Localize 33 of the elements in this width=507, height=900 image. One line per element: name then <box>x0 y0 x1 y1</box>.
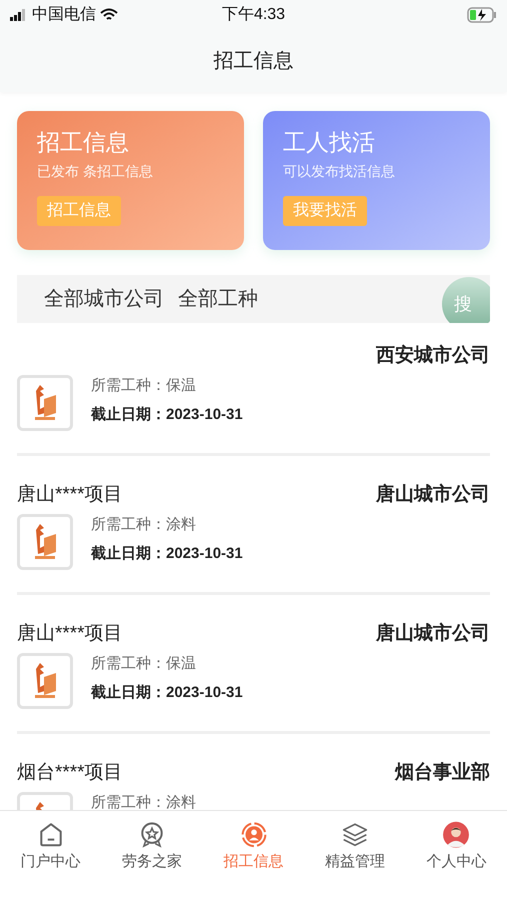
trade-text: 所需工种：保温 <box>91 376 197 396</box>
clock-time: 下午4:33 <box>222 5 286 25</box>
project-title[interactable]: 烟台****项目 <box>17 758 123 788</box>
company-name: 西安城市公司 <box>376 344 490 368</box>
company-logo <box>17 375 73 431</box>
page-title: 招工信息 <box>214 49 294 74</box>
trade-text: 所需工种：涂料 <box>91 515 197 535</box>
card-subtitle: 可以发布找活信息 <box>283 162 395 181</box>
tab-item[interactable]: 个人中心 <box>406 821 507 873</box>
trade-text: 所需工种：涂料 <box>91 793 196 810</box>
battery-charging-icon <box>467 7 498 23</box>
card-title: 招工信息 <box>37 128 129 157</box>
deadline-text: 截止日期：2023-10-31 <box>91 682 243 702</box>
card-subtitle: 已发布 条招工信息 <box>37 162 153 181</box>
carrier-name: 中国电信 <box>32 4 96 25</box>
tab-item[interactable]: 劳务之家 <box>101 821 203 873</box>
project-title[interactable]: 唐山****项目 <box>17 480 123 510</box>
company-logo <box>17 514 73 570</box>
city-filter[interactable]: 全部城市公司 <box>44 284 164 314</box>
company-name: 烟台事业部 <box>395 760 490 785</box>
trade-filter[interactable]: 全部工种 <box>178 284 258 314</box>
project-title[interactable]: 唐山****项目 <box>17 620 123 648</box>
tab-item[interactable]: 门户中心 <box>0 821 102 873</box>
company-name: 唐山城市公司 <box>376 622 490 646</box>
company-logo <box>17 653 73 709</box>
card-title: 工人找活 <box>283 128 375 157</box>
deadline-text: 截止日期：2023-10-31 <box>91 404 243 424</box>
deadline-text: 截止日期：2023-10-31 <box>91 544 243 564</box>
wifi-icon <box>100 8 118 22</box>
company-name: 唐山城市公司 <box>376 482 490 507</box>
signal-icon <box>10 9 28 21</box>
tab-item[interactable]: 精益管理 <box>304 821 406 873</box>
trade-text: 所需工种：保温 <box>91 654 197 674</box>
